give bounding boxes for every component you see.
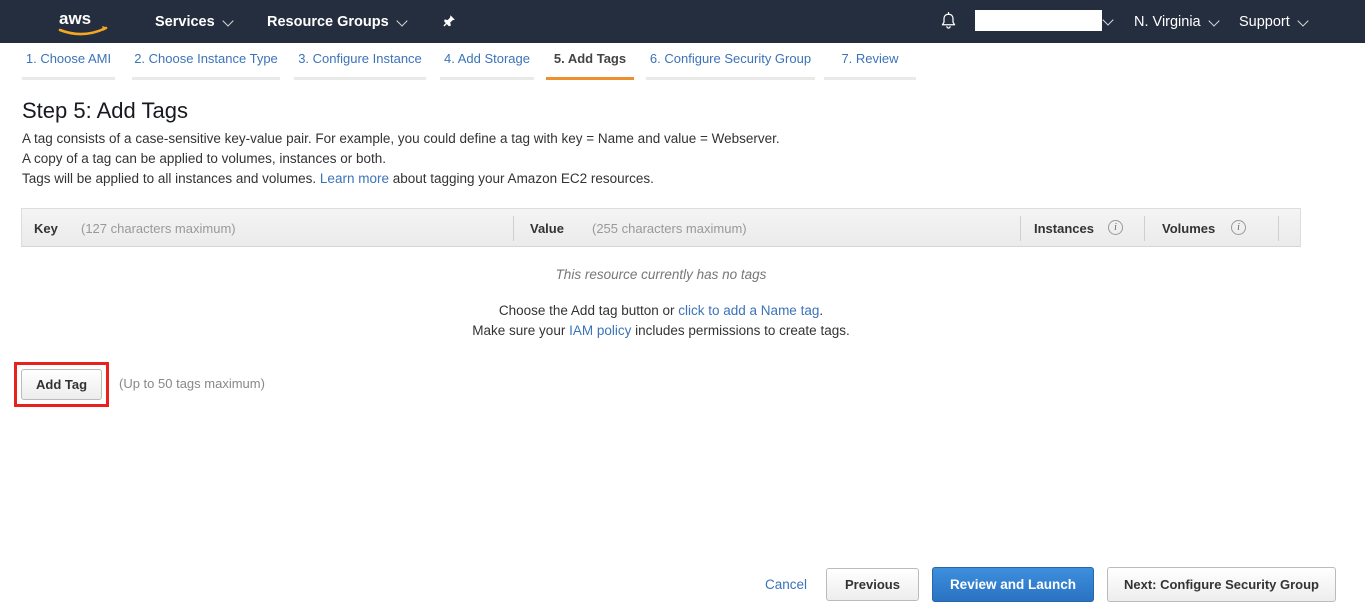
chevron-down-icon bbox=[398, 17, 407, 26]
wizard-step-tabs: 1. Choose AMI 2. Choose Instance Type 3.… bbox=[0, 43, 1365, 85]
iam-policy-link[interactable]: IAM policy bbox=[569, 323, 631, 338]
add-tag-hint-suffix: . bbox=[819, 303, 823, 318]
tab-underline bbox=[294, 77, 426, 80]
pin-icon[interactable] bbox=[439, 13, 457, 31]
add-tag-hint-line: Choose the Add tag button or click to ad… bbox=[21, 303, 1301, 318]
chevron-down-icon[interactable] bbox=[1104, 16, 1113, 25]
tab-underline bbox=[440, 77, 534, 80]
top-navigation-bar: aws Services Resource Groups N. Virginia… bbox=[0, 0, 1365, 43]
add-tag-hint-prefix: Choose the Add tag button or bbox=[499, 303, 678, 318]
nav-support[interactable]: Support bbox=[1239, 0, 1308, 43]
tab-underline bbox=[646, 77, 815, 80]
column-header-instances: Instances bbox=[1034, 221, 1094, 236]
iam-policy-hint-line: Make sure your IAM policy includes permi… bbox=[21, 323, 1301, 338]
learn-more-link[interactable]: Learn more bbox=[320, 171, 389, 186]
tab-label: 2. Choose Instance Type bbox=[134, 51, 278, 66]
column-hint-key: (127 characters maximum) bbox=[81, 221, 236, 236]
nav-services[interactable]: Services bbox=[155, 0, 233, 43]
tab-configure-security-group[interactable]: 6. Configure Security Group bbox=[646, 51, 815, 80]
column-divider bbox=[1278, 216, 1279, 241]
tab-label: 3. Configure Instance bbox=[298, 51, 422, 66]
cancel-link[interactable]: Cancel bbox=[765, 577, 807, 592]
max-tags-hint: (Up to 50 tags maximum) bbox=[119, 376, 265, 391]
nav-resource-groups[interactable]: Resource Groups bbox=[267, 0, 407, 43]
iam-policy-hint-suffix: includes permissions to create tags. bbox=[631, 323, 849, 338]
column-header-key: Key bbox=[34, 221, 58, 236]
nav-resource-groups-label: Resource Groups bbox=[267, 14, 389, 30]
wizard-footer-actions: Cancel Previous Review and Launch Next: … bbox=[0, 555, 1365, 613]
nav-support-label: Support bbox=[1239, 14, 1290, 30]
tab-label: 5. Add Tags bbox=[554, 51, 626, 66]
tab-add-storage[interactable]: 4. Add Storage bbox=[440, 51, 534, 80]
tab-underline bbox=[132, 77, 280, 80]
chevron-down-icon bbox=[224, 17, 233, 26]
description-line-3: Tags will be applied to all instances an… bbox=[22, 171, 654, 186]
tags-table-body: This resource currently has no tags Choo… bbox=[21, 247, 1301, 352]
tab-underline bbox=[546, 77, 634, 80]
aws-logo[interactable]: aws bbox=[57, 7, 109, 37]
column-header-volumes: Volumes bbox=[1162, 221, 1215, 236]
svg-text:aws: aws bbox=[59, 9, 91, 28]
info-icon[interactable]: i bbox=[1108, 220, 1123, 235]
tab-label: 1. Choose AMI bbox=[26, 51, 111, 66]
nav-region-label: N. Virginia bbox=[1134, 14, 1201, 30]
tab-add-tags[interactable]: 5. Add Tags bbox=[546, 51, 634, 80]
tab-review[interactable]: 7. Review bbox=[824, 51, 916, 80]
nav-region-selector[interactable]: N. Virginia bbox=[1134, 0, 1219, 43]
add-tag-highlight-box: Add Tag bbox=[14, 362, 109, 407]
tab-underline bbox=[22, 77, 115, 80]
description-line-1: A tag consists of a case-sensitive key-v… bbox=[22, 131, 780, 146]
add-tag-button[interactable]: Add Tag bbox=[21, 369, 102, 400]
add-name-tag-link[interactable]: click to add a Name tag bbox=[678, 303, 819, 318]
tab-choose-instance-type[interactable]: 2. Choose Instance Type bbox=[132, 51, 280, 80]
tab-label: 7. Review bbox=[841, 51, 898, 66]
account-menu-redacted[interactable] bbox=[975, 10, 1102, 31]
bell-icon[interactable] bbox=[938, 11, 959, 32]
tab-label: 4. Add Storage bbox=[444, 51, 530, 66]
info-icon[interactable]: i bbox=[1231, 220, 1246, 235]
empty-state-message: This resource currently has no tags bbox=[21, 267, 1301, 282]
nav-services-label: Services bbox=[155, 14, 215, 30]
description-line-3-prefix: Tags will be applied to all instances an… bbox=[22, 171, 320, 186]
page-title: Step 5: Add Tags bbox=[22, 98, 188, 124]
next-configure-security-group-button[interactable]: Next: Configure Security Group bbox=[1107, 567, 1336, 602]
column-divider bbox=[513, 216, 514, 241]
tab-choose-ami[interactable]: 1. Choose AMI bbox=[22, 51, 115, 80]
tab-configure-instance[interactable]: 3. Configure Instance bbox=[294, 51, 426, 80]
description-line-2: A copy of a tag can be applied to volume… bbox=[22, 151, 386, 166]
chevron-down-icon bbox=[1210, 17, 1219, 26]
column-divider bbox=[1144, 216, 1145, 241]
description-line-3-suffix: about tagging your Amazon EC2 resources. bbox=[389, 171, 654, 186]
column-header-value: Value bbox=[530, 221, 564, 236]
iam-policy-hint-prefix: Make sure your bbox=[472, 323, 569, 338]
review-and-launch-button[interactable]: Review and Launch bbox=[932, 567, 1094, 602]
tab-label: 6. Configure Security Group bbox=[650, 51, 811, 66]
column-hint-value: (255 characters maximum) bbox=[592, 221, 747, 236]
column-divider bbox=[1020, 216, 1021, 241]
tags-table: Key (127 characters maximum) Value (255 … bbox=[21, 208, 1301, 352]
tags-table-header-row: Key (127 characters maximum) Value (255 … bbox=[21, 208, 1301, 247]
tab-underline bbox=[824, 77, 916, 80]
chevron-down-icon bbox=[1299, 17, 1308, 26]
